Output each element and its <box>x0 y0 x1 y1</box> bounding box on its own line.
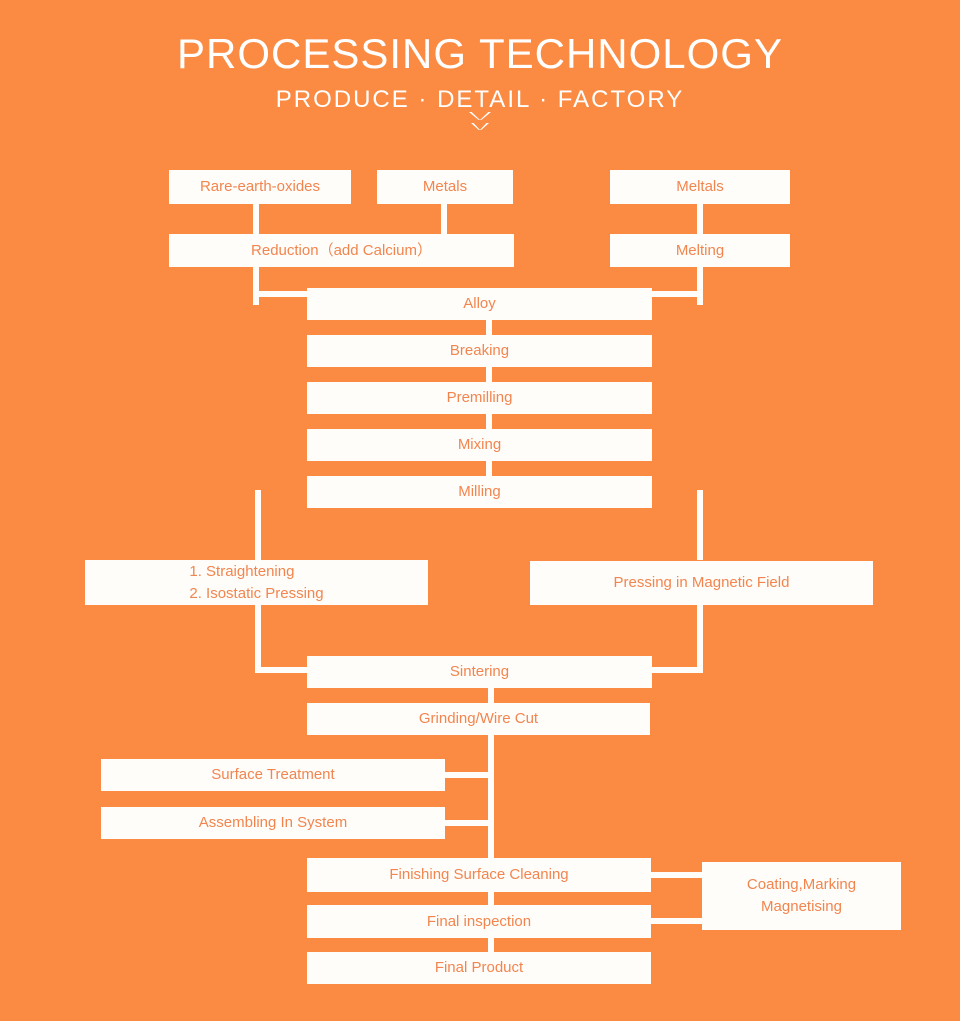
flowchart-diagram: PROCESSING TECHNOLOGY PRODUCE · DETAIL ·… <box>0 0 960 1021</box>
node-label: Final Product <box>434 959 524 976</box>
node-label: Finishing Surface Cleaning <box>389 866 569 883</box>
connector-melting-elbow <box>645 291 703 297</box>
connector-milling-branch-left <box>255 490 261 560</box>
node-label: Metals <box>422 178 468 195</box>
node-sintering[interactable]: Sintering <box>307 656 652 688</box>
node-label: Melting <box>675 241 725 259</box>
connector-straightening-elbow <box>255 667 315 673</box>
node-label-line-1: 1. Straightening <box>189 562 295 580</box>
page-title: PROCESSING TECHNOLOGY <box>176 30 783 77</box>
node-metals[interactable]: Metals <box>377 170 513 204</box>
double-chevron-down-icon <box>0 112 960 139</box>
connector-pressing-down <box>697 605 703 673</box>
connector-inspection-to-coating <box>650 918 704 924</box>
connector-grinding-spine <box>488 733 494 861</box>
connector-reduction-down <box>253 265 259 305</box>
node-final-inspection[interactable]: Final inspection <box>307 905 651 938</box>
connector-straightening-down <box>255 605 261 673</box>
node-label: Final inspection <box>426 912 532 930</box>
node-reduction[interactable]: Reduction（add Calcium） <box>169 234 514 267</box>
node-label: Surface Treatment <box>211 766 335 783</box>
node-straightening[interactable]: 1. Straightening 2. Isostatic Pressing <box>85 560 428 605</box>
connector-reduction-elbow <box>253 291 315 297</box>
connector-metals-to-reduction <box>441 203 447 237</box>
node-label: Assembling In System <box>198 814 348 831</box>
node-label: Breaking <box>449 342 510 359</box>
node-label: Milling <box>458 483 501 500</box>
node-assembling-in-system[interactable]: Assembling In System <box>101 807 445 839</box>
connector-finishing-to-coating <box>650 872 704 878</box>
node-label-line-2: 2. Isostatic Pressing <box>189 584 324 602</box>
node-label-line-2: Magnetising <box>761 898 842 915</box>
connector-pressing-elbow <box>645 667 703 673</box>
node-label: Mixing <box>457 436 502 453</box>
node-rare-earth-oxides[interactable]: Rare-earth-oxides <box>169 170 351 204</box>
node-label: Meltals <box>676 178 724 195</box>
node-mixing[interactable]: Mixing <box>307 429 652 461</box>
node-label: Grinding/Wire Cut <box>418 710 539 727</box>
node-coating-marking-magnetising[interactable]: Coating,Marking Magnetising <box>702 862 901 930</box>
node-finishing-surface-cleaning[interactable]: Finishing Surface Cleaning <box>307 858 651 892</box>
node-label: Alloy <box>463 295 496 312</box>
connector-meltals-to-melting <box>697 203 703 237</box>
node-label: Reduction（add Calcium） <box>251 241 432 259</box>
node-grinding-wire-cut[interactable]: Grinding/Wire Cut <box>307 703 650 735</box>
connector-melting-down <box>697 265 703 305</box>
node-label: Premilling <box>446 389 513 406</box>
node-breaking[interactable]: Breaking <box>307 335 652 367</box>
connector-assembling-to-spine <box>444 820 492 826</box>
node-label: Rare-earth-oxides <box>199 178 321 195</box>
node-alloy[interactable]: Alloy <box>307 288 652 320</box>
node-pressing-magnetic-field[interactable]: Pressing in Magnetic Field <box>530 561 873 605</box>
node-milling[interactable]: Milling <box>307 476 652 508</box>
node-label: Sintering <box>449 663 510 680</box>
node-label-block: 1. Straightening 2. Isostatic Pressing <box>189 561 323 605</box>
node-premilling[interactable]: Premilling <box>307 382 652 414</box>
node-melting[interactable]: Melting <box>610 234 790 267</box>
connector-milling-branch-right <box>697 490 703 560</box>
node-final-product[interactable]: Final Product <box>307 952 651 984</box>
connector-oxides-to-reduction <box>253 203 259 237</box>
connector-surface-treatment-to-spine <box>444 772 492 778</box>
node-meltals[interactable]: Meltals <box>610 170 790 204</box>
page-subtitle: PRODUCE · DETAIL · FACTORY <box>275 86 685 113</box>
node-surface-treatment[interactable]: Surface Treatment <box>101 759 445 791</box>
node-label: Pressing in Magnetic Field <box>613 574 790 591</box>
node-label-line-1: Coating,Marking <box>746 876 857 893</box>
